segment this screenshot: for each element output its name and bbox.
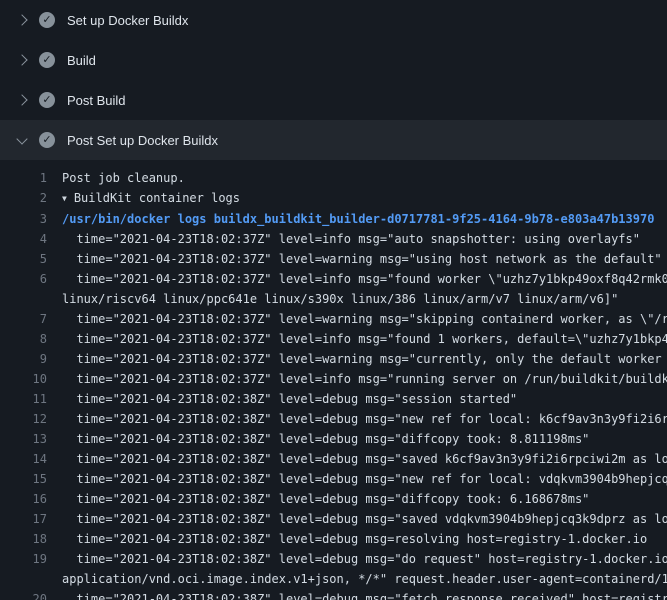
log-line: 5 time="2021-04-23T18:02:37Z" level=warn…	[0, 249, 667, 269]
step-section-label: Set up Docker Buildx	[67, 13, 188, 28]
log-text: time="2021-04-23T18:02:38Z" level=debug …	[62, 469, 667, 489]
log-text: time="2021-04-23T18:02:37Z" level=info m…	[62, 229, 667, 249]
log-line: 12 time="2021-04-23T18:02:38Z" level=deb…	[0, 409, 667, 429]
log-command-text: /usr/bin/docker logs buildx_buildkit_bui…	[62, 209, 667, 229]
line-number[interactable]: 5	[0, 249, 62, 269]
line-number[interactable]: 13	[0, 429, 62, 449]
step-section-setup-docker-buildx[interactable]: ✓ Set up Docker Buildx	[0, 0, 667, 40]
log-line: 8 time="2021-04-23T18:02:37Z" level=info…	[0, 329, 667, 349]
log-text: time="2021-04-23T18:02:38Z" level=debug …	[62, 589, 667, 600]
line-number[interactable]: 17	[0, 509, 62, 529]
log-group-toggle[interactable]: ▼ BuildKit container logs	[62, 188, 667, 209]
check-circle-icon: ✓	[39, 12, 55, 28]
step-section-post-setup-docker-buildx[interactable]: ✓ Post Set up Docker Buildx	[0, 120, 667, 160]
log-line: 10 time="2021-04-23T18:02:37Z" level=inf…	[0, 369, 667, 389]
log-line: 4 time="2021-04-23T18:02:37Z" level=info…	[0, 229, 667, 249]
log-text: time="2021-04-23T18:02:38Z" level=debug …	[62, 529, 667, 549]
log-text: time="2021-04-23T18:02:38Z" level=debug …	[62, 549, 667, 569]
chevron-right-icon	[16, 94, 27, 105]
log-text: time="2021-04-23T18:02:37Z" level=info m…	[62, 329, 667, 349]
triangle-down-icon: ▼	[62, 189, 67, 209]
log-line: linux/riscv64 linux/ppc641e linux/s390x …	[0, 289, 667, 309]
log-line: 17 time="2021-04-23T18:02:38Z" level=deb…	[0, 509, 667, 529]
log-text: application/vnd.oci.image.index.v1+json,…	[62, 569, 667, 589]
line-number[interactable]: 18	[0, 529, 62, 549]
check-circle-icon: ✓	[39, 52, 55, 68]
line-number[interactable]: 20	[0, 589, 62, 600]
line-number[interactable]: 12	[0, 409, 62, 429]
log-line: 18 time="2021-04-23T18:02:38Z" level=deb…	[0, 529, 667, 549]
step-section-post-build[interactable]: ✓ Post Build	[0, 80, 667, 120]
log-text: time="2021-04-23T18:02:38Z" level=debug …	[62, 389, 667, 409]
log-line: 11 time="2021-04-23T18:02:38Z" level=deb…	[0, 389, 667, 409]
log-line: 13 time="2021-04-23T18:02:38Z" level=deb…	[0, 429, 667, 449]
chevron-right-icon	[16, 54, 27, 65]
line-number[interactable]: 11	[0, 389, 62, 409]
line-number[interactable]: 14	[0, 449, 62, 469]
line-number	[0, 289, 62, 309]
log-text: time="2021-04-23T18:02:38Z" level=debug …	[62, 409, 667, 429]
log-line: application/vnd.oci.image.index.v1+json,…	[0, 569, 667, 589]
line-number	[0, 569, 62, 589]
line-number[interactable]: 1	[0, 168, 62, 188]
line-number[interactable]: 16	[0, 489, 62, 509]
log-line: 3/usr/bin/docker logs buildx_buildkit_bu…	[0, 209, 667, 229]
step-section-label: Post Build	[67, 93, 126, 108]
chevron-right-icon	[16, 14, 27, 25]
log-line: 16 time="2021-04-23T18:02:38Z" level=deb…	[0, 489, 667, 509]
line-number[interactable]: 10	[0, 369, 62, 389]
line-number[interactable]: 7	[0, 309, 62, 329]
step-section-label: Post Set up Docker Buildx	[67, 133, 218, 148]
line-number[interactable]: 4	[0, 229, 62, 249]
log-line: 19 time="2021-04-23T18:02:38Z" level=deb…	[0, 549, 667, 569]
log-text: time="2021-04-23T18:02:38Z" level=debug …	[62, 429, 667, 449]
line-number[interactable]: 15	[0, 469, 62, 489]
log-line: 20 time="2021-04-23T18:02:38Z" level=deb…	[0, 589, 667, 600]
log-text: time="2021-04-23T18:02:38Z" level=debug …	[62, 449, 667, 469]
log-line: 14 time="2021-04-23T18:02:38Z" level=deb…	[0, 449, 667, 469]
log-line: 2▼ BuildKit container logs	[0, 188, 667, 209]
line-number[interactable]: 6	[0, 269, 62, 289]
chevron-down-icon	[16, 133, 27, 144]
actions-log-panel: ✓ Set up Docker Buildx ✓ Build ✓ Post Bu…	[0, 0, 667, 600]
line-number[interactable]: 19	[0, 549, 62, 569]
log-text: time="2021-04-23T18:02:38Z" level=debug …	[62, 489, 667, 509]
line-number[interactable]: 3	[0, 209, 62, 229]
step-section-build[interactable]: ✓ Build	[0, 40, 667, 80]
log-text: time="2021-04-23T18:02:37Z" level=info m…	[62, 269, 667, 289]
log-line: 7 time="2021-04-23T18:02:37Z" level=warn…	[0, 309, 667, 329]
log-text: time="2021-04-23T18:02:37Z" level=warnin…	[62, 349, 667, 369]
log-text: Post job cleanup.	[62, 168, 667, 188]
log-line: 6 time="2021-04-23T18:02:37Z" level=info…	[0, 269, 667, 289]
log-line: 1Post job cleanup.	[0, 168, 667, 188]
step-section-label: Build	[67, 53, 96, 68]
log-line: 9 time="2021-04-23T18:02:37Z" level=warn…	[0, 349, 667, 369]
log-text: time="2021-04-23T18:02:37Z" level=warnin…	[62, 309, 667, 329]
log-line: 15 time="2021-04-23T18:02:38Z" level=deb…	[0, 469, 667, 489]
line-number[interactable]: 2	[0, 188, 62, 209]
log-text: time="2021-04-23T18:02:37Z" level=info m…	[62, 369, 667, 389]
log-text: time="2021-04-23T18:02:38Z" level=debug …	[62, 509, 667, 529]
log-text: linux/riscv64 linux/ppc641e linux/s390x …	[62, 289, 667, 309]
check-circle-icon: ✓	[39, 132, 55, 148]
log-text: time="2021-04-23T18:02:37Z" level=warnin…	[62, 249, 667, 269]
group-label: BuildKit container logs	[74, 191, 240, 205]
check-circle-icon: ✓	[39, 92, 55, 108]
log-lines: 1Post job cleanup.2▼ BuildKit container l…	[0, 160, 667, 600]
line-number[interactable]: 8	[0, 329, 62, 349]
line-number[interactable]: 9	[0, 349, 62, 369]
